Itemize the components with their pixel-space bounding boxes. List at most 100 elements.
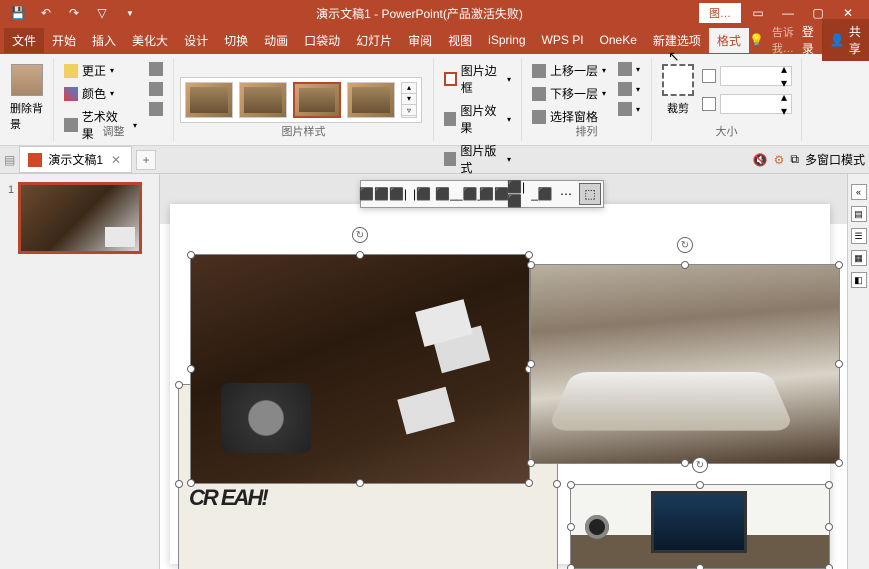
tab-slideshow[interactable]: 幻灯片 <box>348 28 400 53</box>
tab-view[interactable]: 视图 <box>440 28 480 53</box>
tab-home[interactable]: 开始 <box>44 28 84 53</box>
rail-expand-icon[interactable]: « <box>851 184 867 200</box>
qat-more-icon[interactable]: ▼ <box>120 3 140 23</box>
resize-handle[interactable] <box>696 481 704 489</box>
slide-canvas[interactable]: ⬛⬛ ⬛| |⬛ ⬛_ _⬛_ ⬛⬛ ⬛|⬛ _⬛ ⋯ ⬚ <box>160 174 847 569</box>
rail-btn-4[interactable]: ◧ <box>851 272 867 288</box>
selected-image-camera[interactable] <box>190 254 530 484</box>
resize-handle[interactable] <box>825 564 833 569</box>
resize-handle[interactable] <box>187 251 195 259</box>
tab-file[interactable]: 文件 <box>4 28 44 53</box>
tell-me-input[interactable]: 告诉我… <box>772 24 794 56</box>
height-input[interactable]: ▴▾ <box>720 66 792 86</box>
picture-layout-button[interactable]: 图片版式▾ <box>440 140 515 178</box>
tab-beautify[interactable]: 美化大 <box>124 28 176 53</box>
doc-list-icon[interactable]: ▤ <box>4 153 15 167</box>
resize-handle[interactable] <box>527 459 535 467</box>
align-center-btn[interactable]: ⬛| <box>387 183 409 205</box>
distribute-h-btn[interactable]: ⬛|⬛ <box>507 183 529 205</box>
resize-handle[interactable] <box>356 479 364 487</box>
compress-button[interactable] <box>145 60 167 78</box>
rail-btn-3[interactable]: ▦ <box>851 250 867 266</box>
resize-handle[interactable] <box>567 564 575 569</box>
tab-design[interactable]: 设计 <box>176 28 216 53</box>
tab-transition[interactable]: 切换 <box>216 28 256 53</box>
align-top-btn[interactable]: ⬛_ <box>435 183 457 205</box>
resize-handle[interactable] <box>527 360 535 368</box>
select-mode-btn[interactable]: ⬚ <box>579 183 601 205</box>
picture-border-button[interactable]: 图片边框▾ <box>440 60 515 98</box>
tab-insert[interactable]: 插入 <box>84 28 124 53</box>
style-item-2[interactable] <box>239 82 287 118</box>
document-tab[interactable]: 演示文稿1 ✕ <box>19 146 132 173</box>
tab-animation[interactable]: 动画 <box>256 28 296 53</box>
login-link[interactable]: 登录 <box>802 23 814 57</box>
multi-window-icon[interactable]: ⧉ <box>790 152 799 167</box>
send-backward-button[interactable]: 下移一层▾ <box>528 83 610 104</box>
tab-koudai[interactable]: 口袋动 <box>296 28 348 53</box>
style-item-4[interactable] <box>347 82 395 118</box>
start-slideshow-icon[interactable]: ▽ <box>92 3 112 23</box>
group-button[interactable]: ▾ <box>614 80 644 98</box>
crop-button[interactable]: 裁剪 <box>658 60 698 120</box>
rotation-handle[interactable] <box>352 227 368 243</box>
distribute-v-btn[interactable]: _⬛ <box>531 183 553 205</box>
corrections-button[interactable]: 更正▾ <box>60 60 141 81</box>
resize-handle[interactable] <box>525 479 533 487</box>
rotate-button[interactable]: ▾ <box>614 100 644 118</box>
slide-thumbnails-panel[interactable]: 1 <box>0 174 160 569</box>
resize-handle[interactable] <box>835 261 843 269</box>
resize-handle[interactable] <box>527 261 535 269</box>
gallery-expand[interactable]: ▴▾▿ <box>401 82 417 118</box>
align-bottom-btn[interactable]: ⬛⬛ <box>483 183 505 205</box>
align-middle-btn[interactable]: _⬛_ <box>459 183 481 205</box>
align-button[interactable]: ▾ <box>614 60 644 78</box>
multi-window-label[interactable]: 多窗口模式 <box>805 151 865 168</box>
tab-format[interactable]: 格式 <box>709 28 749 53</box>
tab-oneke[interactable]: OneKe <box>592 29 645 51</box>
rotation-handle[interactable] <box>677 237 693 253</box>
resize-handle[interactable] <box>187 479 195 487</box>
rotation-handle[interactable] <box>692 457 708 473</box>
resize-handle[interactable] <box>835 360 843 368</box>
resize-handle[interactable] <box>553 480 561 488</box>
align-left-btn[interactable]: ⬛⬛ <box>363 183 385 205</box>
rail-btn-2[interactable]: ☰ <box>851 228 867 244</box>
resize-handle[interactable] <box>825 481 833 489</box>
slide-thumbnail-1[interactable]: 1 <box>8 184 151 252</box>
resize-handle[interactable] <box>175 381 183 389</box>
save-icon[interactable]: 💾 <box>8 3 28 23</box>
picture-effects-button[interactable]: 图片效果▾ <box>440 100 515 138</box>
reset-picture-button[interactable] <box>145 100 167 118</box>
more-align-btn[interactable]: ⋯ <box>555 183 577 205</box>
width-input[interactable]: ▴▾ <box>720 94 792 114</box>
color-button[interactable]: 颜色▾ <box>60 83 141 104</box>
remove-background-button[interactable]: 删除背景 <box>6 60 47 136</box>
resize-handle[interactable] <box>356 251 364 259</box>
resize-handle[interactable] <box>525 251 533 259</box>
undo-icon[interactable]: ↶ <box>36 3 56 23</box>
tab-ispring[interactable]: iSpring <box>480 29 533 51</box>
selected-image-desk[interactable] <box>570 484 830 569</box>
selected-image-phone[interactable] <box>530 264 840 464</box>
resize-handle[interactable] <box>681 459 689 467</box>
bring-forward-button[interactable]: 上移一层▾ <box>528 60 610 81</box>
style-item-3[interactable] <box>293 82 341 118</box>
redo-icon[interactable]: ↷ <box>64 3 84 23</box>
rail-btn-1[interactable]: ▤ <box>851 206 867 222</box>
resize-handle[interactable] <box>825 523 833 531</box>
picture-styles-gallery[interactable]: ▴▾▿ <box>180 77 422 123</box>
settings-icon[interactable]: ⚙ <box>774 153 785 167</box>
resize-handle[interactable] <box>696 564 704 569</box>
share-button[interactable]: 👤共享 <box>822 19 869 61</box>
tab-review[interactable]: 审阅 <box>400 28 440 53</box>
resize-handle[interactable] <box>835 459 843 467</box>
change-picture-button[interactable] <box>145 80 167 98</box>
new-tab-button[interactable]: + <box>136 150 156 170</box>
resize-handle[interactable] <box>567 481 575 489</box>
tab-wps[interactable]: WPS PI <box>534 29 592 51</box>
resize-handle[interactable] <box>567 523 575 531</box>
resize-handle[interactable] <box>175 480 183 488</box>
resize-handle[interactable] <box>681 261 689 269</box>
context-tab-picture[interactable]: 图… <box>699 3 741 23</box>
